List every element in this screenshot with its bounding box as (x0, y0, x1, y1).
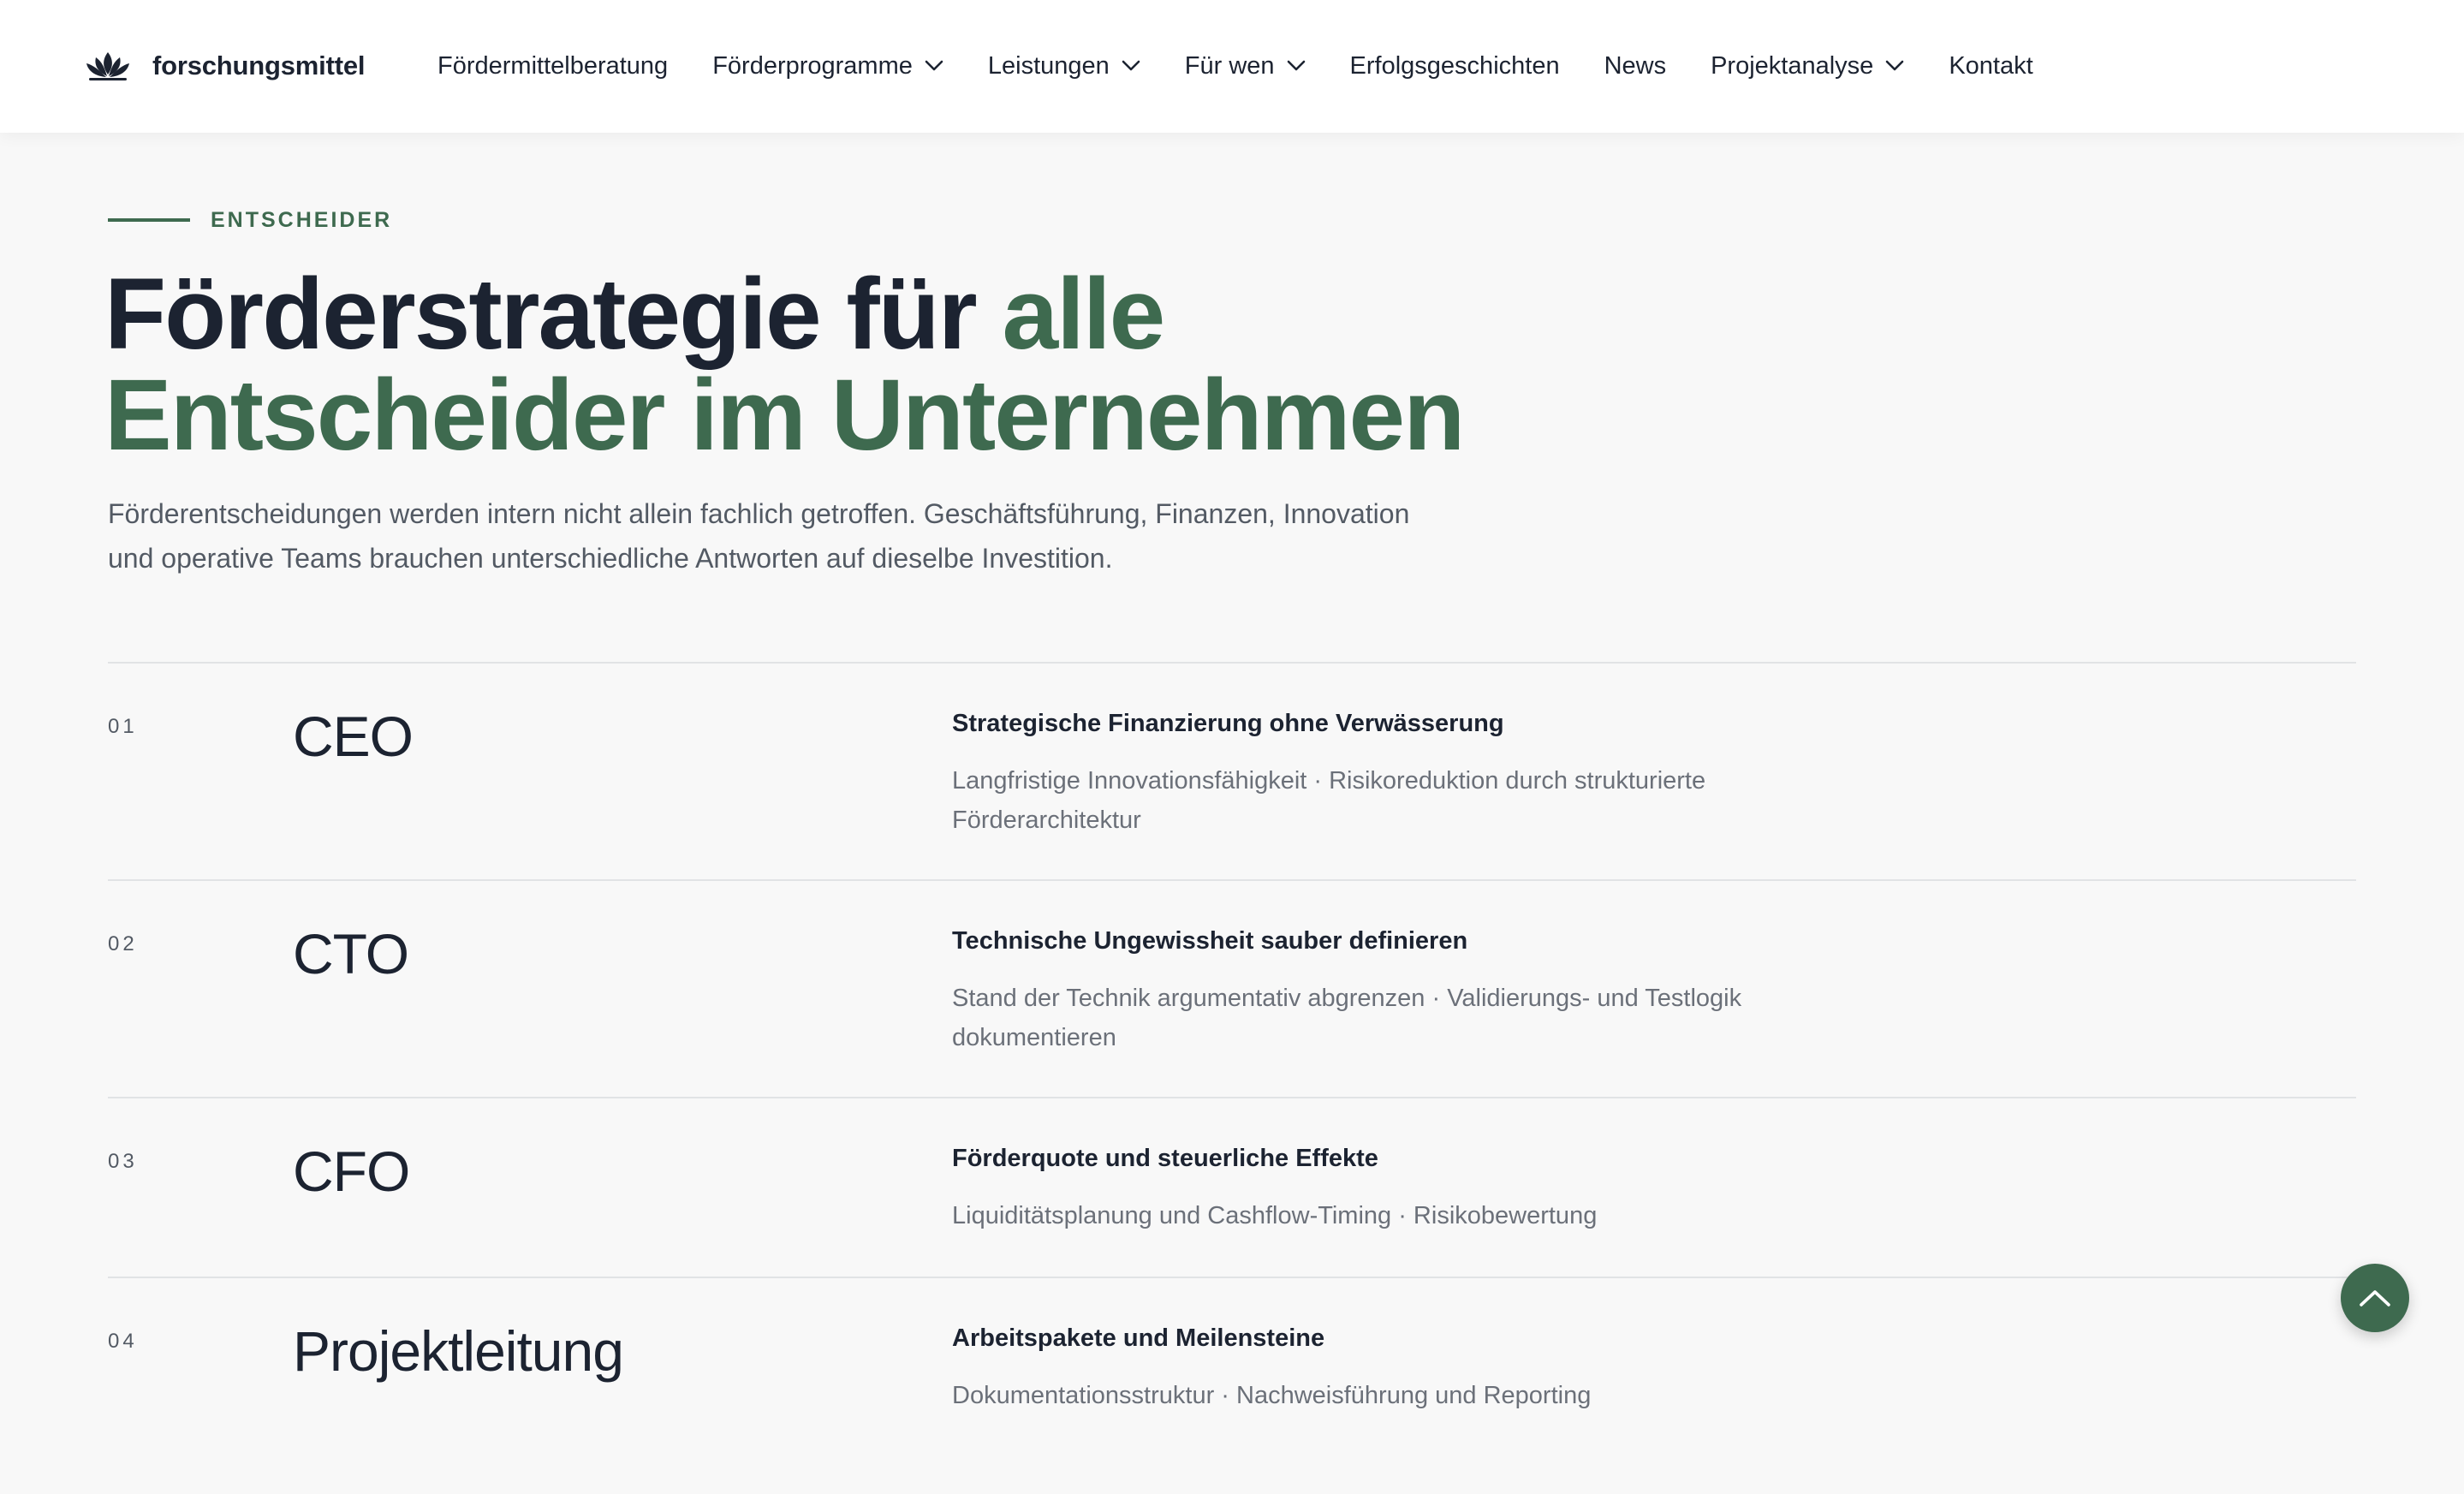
nav-item-foerdermittelberatung[interactable]: Fördermittelberatung (437, 52, 668, 80)
role-title: CEO (293, 705, 414, 768)
nav-item-news[interactable]: News (1604, 52, 1667, 80)
lotus-logo-icon (86, 52, 129, 80)
intro-text: Förderentscheidungen werden intern nicht… (108, 498, 1410, 574)
page-title: Förderstrategie für alle Entscheider im … (104, 264, 1731, 466)
nav-item-kontakt[interactable]: Kontakt (1949, 52, 2033, 80)
role-title: Projektleitung (293, 1319, 624, 1383)
site-header: forschungsmittel Fördermittelberatung Fö… (0, 0, 2464, 133)
nav-item-label: Förderprogramme (712, 51, 913, 80)
role-number: 01 (108, 715, 138, 738)
chevron-down-icon (1287, 60, 1305, 71)
role-number: 02 (108, 932, 138, 955)
nav-item-foerderprogramme[interactable]: Förderprogramme (712, 52, 943, 80)
chevron-down-icon (1886, 60, 1904, 71)
role-row-cto: 02 CTO Technische Ungewissheit sauber de… (108, 879, 2356, 1097)
role-description: Langfristige Innovationsfähigkeit · Risi… (952, 767, 1706, 834)
chevron-down-icon (925, 60, 943, 71)
brand-name: forschungsmittel (152, 51, 366, 80)
nav-item-fuer-wen[interactable]: Für wen (1185, 52, 1306, 80)
chevron-up-icon (2360, 1290, 2390, 1307)
nav-item-label: Leistungen (987, 51, 1110, 80)
role-heading: Technische Ungewissheit sauber definiere… (952, 927, 1468, 955)
role-description: Liquiditätsplanung und Cashflow-Timing ·… (952, 1202, 1598, 1229)
role-heading: Arbeitspakete und Meilensteine (952, 1324, 1325, 1352)
role-title: CTO (293, 922, 409, 985)
nav-item-label: Projektanalyse (1711, 51, 1874, 80)
role-row-cfo: 03 CFO Förderquote und steuerliche Effek… (108, 1097, 2356, 1277)
scroll-to-top-button[interactable] (2341, 1264, 2409, 1332)
role-description: Stand der Technik argumentativ abgrenzen… (952, 985, 1742, 1051)
nav-item-label: Kontakt (1949, 51, 2033, 80)
chevron-down-icon (1122, 60, 1140, 71)
role-number: 03 (108, 1150, 138, 1173)
nav-item-erfolgsgeschichten[interactable]: Erfolgsgeschichten (1350, 52, 1560, 80)
nav-item-label: Fördermittelberatung (437, 51, 669, 80)
roles-list: 01 CEO Strategische Finanzierung ohne Ve… (108, 662, 2356, 1494)
role-number: 04 (108, 1330, 138, 1353)
nav-item-projektanalyse[interactable]: Projektanalyse (1711, 52, 1904, 80)
eyebrow-line (108, 218, 190, 222)
role-row-projektleitung: 04 Projektleitung Arbeitspakete und Meil… (108, 1277, 2356, 1494)
main-nav: Fördermittelberatung Förderprogramme Lei… (437, 43, 2078, 89)
role-description: Dokumentationsstruktur · Nachweisführung… (952, 1382, 1592, 1409)
section-eyebrow: ENTSCHEIDER (108, 205, 392, 235)
nav-item-label: News (1604, 51, 1667, 80)
role-row-ceo: 01 CEO Strategische Finanzierung ohne Ve… (108, 662, 2356, 879)
nav-item-label: Erfolgsgeschichten (1349, 51, 1560, 80)
brand-link[interactable]: forschungsmittel (84, 43, 365, 89)
role-heading: Strategische Finanzierung ohne Verwässer… (952, 710, 1504, 737)
role-title: CFO (293, 1140, 410, 1203)
headline-main: Förderstrategie für (104, 258, 1003, 371)
nav-item-leistungen[interactable]: Leistungen (988, 52, 1140, 80)
eyebrow-label: ENTSCHEIDER (211, 207, 393, 232)
role-heading: Förderquote und steuerliche Effekte (952, 1145, 1378, 1172)
nav-item-label: Für wen (1184, 51, 1275, 80)
